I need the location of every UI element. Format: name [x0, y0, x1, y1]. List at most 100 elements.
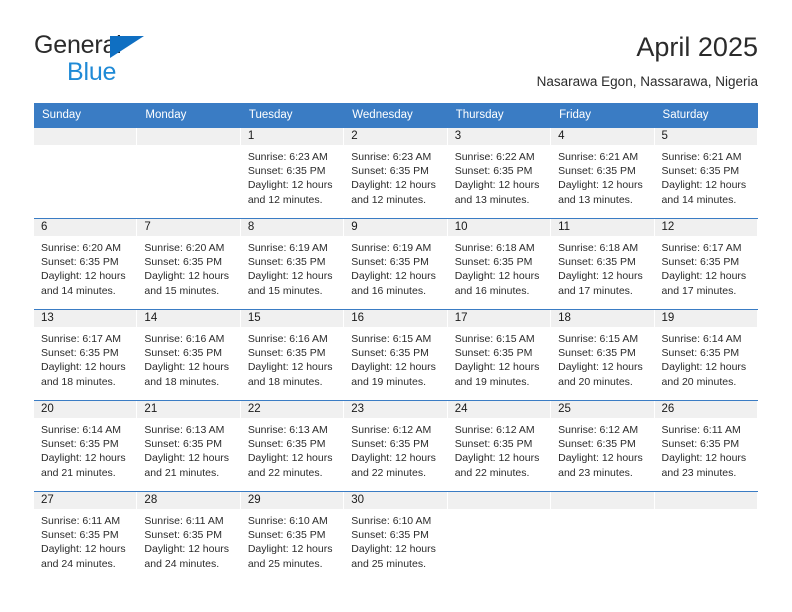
daylight-text-line2: and 20 minutes.: [558, 375, 633, 388]
day-details: Sunrise: 6:22 AM Sunset: 6:35 PM Dayligh…: [447, 145, 551, 218]
calendar-day-cell[interactable]: 8 Sunrise: 6:19 AM Sunset: 6:35 PM Dayli…: [240, 219, 345, 309]
calendar-day-cell[interactable]: 5 Sunrise: 6:21 AM Sunset: 6:35 PM Dayli…: [654, 128, 758, 218]
daylight-text-line2: and 14 minutes.: [41, 284, 116, 297]
day-number-band: [654, 492, 757, 509]
logo-text-blue: Blue: [67, 58, 117, 86]
general-blue-logo: General Blue: [34, 33, 264, 85]
calendar-day-cell[interactable]: [654, 492, 758, 584]
sunrise-text: Sunrise: 6:20 AM: [144, 242, 225, 254]
sunrise-text: Sunrise: 6:12 AM: [351, 424, 432, 436]
day-number: 8: [247, 221, 255, 233]
logo-triangle-icon: [110, 36, 144, 58]
day-number-band: 3: [447, 128, 551, 145]
day-number-band: 28: [137, 492, 240, 509]
sunset-text: Sunset: 6:35 PM: [247, 347, 326, 360]
sunrise-text: Sunrise: 6:11 AM: [144, 515, 224, 527]
daylight-text-line1: Daylight: 12 hours: [351, 452, 436, 465]
calendar-day-cell[interactable]: 11 Sunrise: 6:18 AM Sunset: 6:35 PM Dayl…: [551, 219, 655, 309]
calendar-day-cell[interactable]: 25 Sunrise: 6:12 AM Sunset: 6:35 PM Dayl…: [551, 401, 655, 491]
day-number-band: 20: [34, 401, 137, 418]
daylight-text-line1: Daylight: 12 hours: [247, 452, 333, 465]
day-number: 4: [558, 130, 565, 142]
calendar-day-cell[interactable]: 27 Sunrise: 6:11 AM Sunset: 6:35 PM Dayl…: [34, 492, 138, 584]
day-number: 18: [558, 312, 571, 324]
day-number-band: 1: [240, 128, 344, 145]
calendar-day-cell[interactable]: 30 Sunrise: 6:10 AM Sunset: 6:35 PM Dayl…: [344, 492, 448, 584]
day-number-band: [137, 128, 240, 145]
calendar-day-cell[interactable]: 15 Sunrise: 6:16 AM Sunset: 6:35 PM Dayl…: [240, 310, 345, 400]
calendar-day-cell[interactable]: 4 Sunrise: 6:21 AM Sunset: 6:35 PM Dayli…: [551, 128, 655, 218]
calendar-day-cell[interactable]: [34, 128, 138, 218]
day-details: Sunrise: 6:23 AM Sunset: 6:35 PM Dayligh…: [344, 145, 447, 218]
day-number-band: 9: [344, 219, 447, 236]
daylight-text-line1: Daylight: 12 hours: [144, 452, 230, 465]
daylight-text-line2: and 13 minutes.: [454, 193, 530, 206]
day-number: 22: [247, 403, 261, 415]
calendar-day-cell[interactable]: 23 Sunrise: 6:12 AM Sunset: 6:35 PM Dayl…: [344, 401, 448, 491]
daylight-text-line1: Daylight: 12 hours: [247, 361, 333, 374]
sunset-text: Sunset: 6:35 PM: [351, 256, 429, 269]
daylight-text-line1: Daylight: 12 hours: [247, 270, 333, 283]
calendar-day-cell[interactable]: 28 Sunrise: 6:11 AM Sunset: 6:35 PM Dayl…: [137, 492, 241, 584]
day-number: 2: [351, 130, 358, 142]
calendar-day-cell[interactable]: 18 Sunrise: 6:15 AM Sunset: 6:35 PM Dayl…: [551, 310, 655, 400]
calendar-day-cell[interactable]: 26 Sunrise: 6:11 AM Sunset: 6:35 PM Dayl…: [654, 401, 758, 491]
daylight-text-line1: Daylight: 12 hours: [247, 179, 333, 192]
day-details: [551, 509, 654, 582]
day-number-band: 6: [34, 219, 137, 236]
sunrise-text: Sunrise: 6:17 AM: [661, 242, 742, 254]
sunrise-text: Sunrise: 6:23 AM: [351, 151, 432, 163]
calendar-day-cell[interactable]: 7 Sunrise: 6:20 AM Sunset: 6:35 PM Dayli…: [137, 219, 241, 309]
daylight-text-line1: Daylight: 12 hours: [41, 543, 126, 556]
day-number: 10: [454, 221, 468, 233]
calendar-day-cell[interactable]: 9 Sunrise: 6:19 AM Sunset: 6:35 PM Dayli…: [344, 219, 448, 309]
sunrise-text: Sunrise: 6:13 AM: [144, 424, 225, 436]
calendar-day-cell[interactable]: [137, 128, 241, 218]
day-number-band: 27: [34, 492, 137, 509]
calendar-day-cell[interactable]: 21 Sunrise: 6:13 AM Sunset: 6:35 PM Dayl…: [137, 401, 241, 491]
calendar-day-cell[interactable]: 1 Sunrise: 6:23 AM Sunset: 6:35 PM Dayli…: [240, 128, 345, 218]
weekday-header-tuesday: Tuesday: [248, 109, 293, 121]
day-number-band: 21: [137, 401, 240, 418]
daylight-text-line1: Daylight: 12 hours: [351, 270, 436, 283]
daylight-text-line1: Daylight: 12 hours: [144, 361, 230, 374]
daylight-text-line1: Daylight: 12 hours: [41, 452, 126, 465]
daylight-text-line1: Daylight: 12 hours: [351, 543, 436, 556]
sunrise-text: Sunrise: 6:21 AM: [558, 151, 639, 163]
calendar-day-cell[interactable]: 19 Sunrise: 6:14 AM Sunset: 6:35 PM Dayl…: [654, 310, 758, 400]
daylight-text-line2: and 15 minutes.: [247, 284, 323, 297]
sunset-text: Sunset: 6:35 PM: [454, 165, 533, 178]
calendar-day-cell[interactable]: 12 Sunrise: 6:17 AM Sunset: 6:35 PM Dayl…: [654, 219, 758, 309]
daylight-text-line2: and 20 minutes.: [661, 375, 737, 388]
calendar-day-cell[interactable]: 6 Sunrise: 6:20 AM Sunset: 6:35 PM Dayli…: [34, 219, 138, 309]
calendar-day-cell[interactable]: 2 Sunrise: 6:23 AM Sunset: 6:35 PM Dayli…: [344, 128, 448, 218]
calendar-day-cell[interactable]: 17 Sunrise: 6:15 AM Sunset: 6:35 PM Dayl…: [447, 310, 552, 400]
calendar-day-cell[interactable]: 16 Sunrise: 6:15 AM Sunset: 6:35 PM Dayl…: [344, 310, 448, 400]
day-number-band: 26: [654, 401, 757, 418]
calendar-day-cell[interactable]: [447, 492, 552, 584]
calendar-day-cell[interactable]: 22 Sunrise: 6:13 AM Sunset: 6:35 PM Dayl…: [240, 401, 345, 491]
calendar-day-cell[interactable]: 10 Sunrise: 6:18 AM Sunset: 6:35 PM Dayl…: [447, 219, 552, 309]
daylight-text-line2: and 16 minutes.: [351, 284, 426, 297]
sunrise-text: Sunrise: 6:15 AM: [558, 333, 639, 345]
day-number-band: 17: [447, 310, 551, 327]
weekday-header-wednesday: Wednesday: [352, 109, 413, 121]
sunset-text: Sunset: 6:35 PM: [558, 165, 636, 178]
calendar-day-cell[interactable]: 20 Sunrise: 6:14 AM Sunset: 6:35 PM Dayl…: [34, 401, 138, 491]
day-number-band: 18: [551, 310, 654, 327]
day-details: Sunrise: 6:15 AM Sunset: 6:35 PM Dayligh…: [447, 327, 551, 400]
daylight-text-line1: Daylight: 12 hours: [661, 361, 747, 374]
calendar-day-cell[interactable]: 14 Sunrise: 6:16 AM Sunset: 6:35 PM Dayl…: [137, 310, 241, 400]
calendar-day-cell[interactable]: [551, 492, 655, 584]
daylight-text-line1: Daylight: 12 hours: [661, 179, 747, 192]
sunset-text: Sunset: 6:35 PM: [41, 347, 119, 360]
daylight-text-line2: and 21 minutes.: [144, 466, 220, 479]
calendar-day-cell[interactable]: 3 Sunrise: 6:22 AM Sunset: 6:35 PM Dayli…: [447, 128, 552, 218]
day-details: Sunrise: 6:12 AM Sunset: 6:35 PM Dayligh…: [447, 418, 551, 491]
daylight-text-line2: and 22 minutes.: [454, 466, 530, 479]
calendar-day-cell[interactable]: 24 Sunrise: 6:12 AM Sunset: 6:35 PM Dayl…: [447, 401, 552, 491]
calendar-day-cell[interactable]: 13 Sunrise: 6:17 AM Sunset: 6:35 PM Dayl…: [34, 310, 138, 400]
calendar-day-cell[interactable]: 29 Sunrise: 6:10 AM Sunset: 6:35 PM Dayl…: [240, 492, 345, 584]
day-number-band: 16: [344, 310, 447, 327]
sunrise-text: Sunrise: 6:13 AM: [247, 424, 328, 436]
